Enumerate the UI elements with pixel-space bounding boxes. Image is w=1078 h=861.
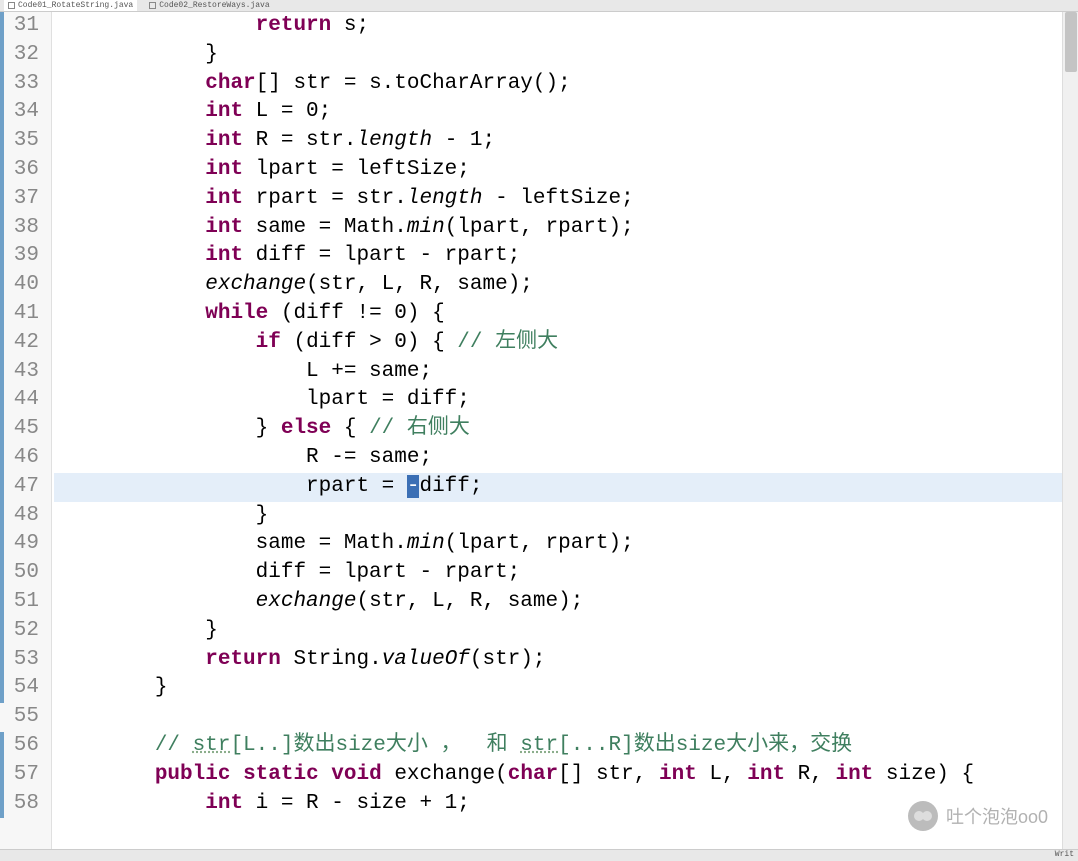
status-bar: Writ bbox=[0, 849, 1078, 861]
line-number: 56 bbox=[0, 732, 41, 761]
code-line[interactable]: int L = 0; bbox=[54, 98, 1078, 127]
line-number: 32 bbox=[0, 41, 41, 70]
code-line[interactable]: return String.valueOf(str); bbox=[54, 646, 1078, 675]
code-editor[interactable]: 3132333435363738394041424344454647484950… bbox=[0, 12, 1078, 849]
line-number-gutter: 3132333435363738394041424344454647484950… bbox=[0, 12, 52, 849]
code-line[interactable]: // str[L..]数出size大小 ， 和 str[...R]数出size大… bbox=[54, 732, 1078, 761]
code-line[interactable]: } bbox=[54, 41, 1078, 70]
line-number: 31 bbox=[0, 12, 41, 41]
line-number: 57 bbox=[0, 761, 41, 790]
line-number: 45 bbox=[0, 415, 41, 444]
line-number: 58 bbox=[0, 790, 41, 819]
code-line[interactable]: exchange(str, L, R, same); bbox=[54, 588, 1078, 617]
line-number: 44 bbox=[0, 386, 41, 415]
line-number: 50 bbox=[0, 559, 41, 588]
line-number: 43 bbox=[0, 358, 41, 387]
code-line[interactable]: if (diff > 0) { // 左侧大 bbox=[54, 329, 1078, 358]
line-number: 46 bbox=[0, 444, 41, 473]
line-number: 48 bbox=[0, 502, 41, 531]
code-line[interactable]: } bbox=[54, 674, 1078, 703]
code-line[interactable]: } else { // 右侧大 bbox=[54, 415, 1078, 444]
wechat-icon bbox=[908, 801, 938, 831]
line-number: 41 bbox=[0, 300, 41, 329]
line-number: 51 bbox=[0, 588, 41, 617]
line-number: 36 bbox=[0, 156, 41, 185]
code-line[interactable]: char[] str = s.toCharArray(); bbox=[54, 70, 1078, 99]
code-line[interactable]: same = Math.min(lpart, rpart); bbox=[54, 530, 1078, 559]
code-line[interactable]: } bbox=[54, 502, 1078, 531]
code-line[interactable]: rpart = -diff; bbox=[54, 473, 1078, 502]
line-number: 38 bbox=[0, 214, 41, 243]
tab-bar: Code01_RotateString.java Code02_RestoreW… bbox=[0, 0, 1078, 12]
code-line[interactable]: L += same; bbox=[54, 358, 1078, 387]
line-number: 49 bbox=[0, 530, 41, 559]
watermark: 吐个泡泡oo0 bbox=[908, 801, 1048, 831]
java-file-icon bbox=[8, 2, 15, 9]
code-line[interactable]: int rpart = str.length - leftSize; bbox=[54, 185, 1078, 214]
tab-file-1[interactable]: Code01_RotateString.java bbox=[4, 0, 137, 11]
code-line[interactable]: int diff = lpart - rpart; bbox=[54, 242, 1078, 271]
scroll-thumb[interactable] bbox=[1065, 12, 1077, 72]
watermark-text: 吐个泡泡oo0 bbox=[946, 803, 1048, 829]
line-number: 52 bbox=[0, 617, 41, 646]
code-line[interactable]: while (diff != 0) { bbox=[54, 300, 1078, 329]
line-number: 34 bbox=[0, 98, 41, 127]
code-line[interactable]: return s; bbox=[54, 12, 1078, 41]
code-line[interactable]: public static void exchange(char[] str, … bbox=[54, 761, 1078, 790]
code-line[interactable]: R -= same; bbox=[54, 444, 1078, 473]
java-file-icon bbox=[149, 2, 156, 9]
status-text: Writ bbox=[1055, 850, 1074, 859]
code-line[interactable]: int same = Math.min(lpart, rpart); bbox=[54, 214, 1078, 243]
line-number: 40 bbox=[0, 271, 41, 300]
line-number: 53 bbox=[0, 646, 41, 675]
tab-file-2[interactable]: Code02_RestoreWays.java bbox=[145, 0, 273, 11]
line-number: 39 bbox=[0, 242, 41, 271]
code-line[interactable]: } bbox=[54, 617, 1078, 646]
tab-label: Code01_RotateString.java bbox=[18, 1, 133, 10]
code-line[interactable] bbox=[54, 703, 1078, 732]
vertical-scrollbar[interactable] bbox=[1062, 12, 1078, 849]
line-number: 42 bbox=[0, 329, 41, 358]
code-line[interactable]: int R = str.length - 1; bbox=[54, 127, 1078, 156]
line-number: 55 bbox=[0, 703, 41, 732]
code-line[interactable]: int lpart = leftSize; bbox=[54, 156, 1078, 185]
code-area[interactable]: return s; } char[] str = s.toCharArray()… bbox=[52, 12, 1078, 849]
line-number: 33 bbox=[0, 70, 41, 99]
tab-label: Code02_RestoreWays.java bbox=[159, 1, 269, 10]
line-number: 54 bbox=[0, 674, 41, 703]
code-line[interactable]: exchange(str, L, R, same); bbox=[54, 271, 1078, 300]
code-line[interactable]: lpart = diff; bbox=[54, 386, 1078, 415]
line-number: 35 bbox=[0, 127, 41, 156]
line-number: 37 bbox=[0, 185, 41, 214]
line-number: 47 bbox=[0, 473, 41, 502]
code-line[interactable]: diff = lpart - rpart; bbox=[54, 559, 1078, 588]
